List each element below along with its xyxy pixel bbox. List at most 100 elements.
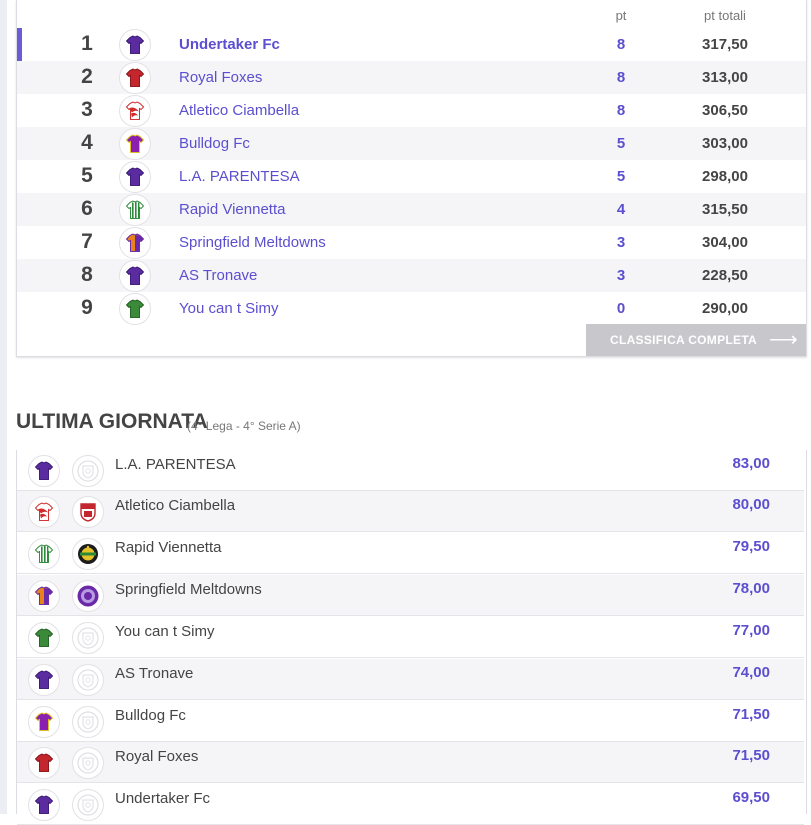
- purple-jersey-icon: [28, 664, 60, 696]
- team-name: Bulldog Fc: [115, 707, 186, 724]
- result-row[interactable]: Rapid Viennetta 79,50: [17, 533, 804, 574]
- result-row[interactable]: L.A. PARENTESA 83,00: [17, 450, 804, 491]
- rank: 8: [81, 263, 93, 286]
- placeholder-crest-icon: [72, 789, 104, 821]
- standings-row[interactable]: 7 Springfield Meltdowns 3 304,00: [17, 226, 806, 259]
- purple-jersey-icon: [119, 161, 151, 193]
- red-jersey-icon: [119, 62, 151, 94]
- result-row[interactable]: Springfield Meltdowns 78,00: [17, 575, 804, 616]
- total-points: 306,50: [702, 102, 748, 119]
- result-row[interactable]: Atletico Ciambella 80,00: [17, 491, 804, 532]
- rank: 2: [81, 65, 93, 88]
- team-link[interactable]: AS Tronave: [179, 267, 257, 284]
- total-points: 315,50: [702, 201, 748, 218]
- purple-jersey-icon: [119, 260, 151, 292]
- team-link[interactable]: Springfield Meltdowns: [179, 234, 326, 251]
- rank: 6: [81, 197, 93, 220]
- rank: 7: [81, 230, 93, 253]
- result-row[interactable]: Undertaker Fc 69,50: [17, 784, 804, 825]
- rank: 3: [81, 98, 93, 121]
- purple-jersey-icon: [28, 455, 60, 487]
- orange-purple-jersey-icon: [119, 227, 151, 259]
- standings-header: pt pt totali: [17, 0, 806, 28]
- total-points: 313,00: [702, 69, 748, 86]
- total-points: 317,50: [702, 36, 748, 53]
- team-link[interactable]: Bulldog Fc: [179, 135, 250, 152]
- standings-row[interactable]: 3 Atletico Ciambella 8 306,50: [17, 94, 806, 127]
- score: 74,00: [732, 664, 770, 681]
- club-crest-icon: [72, 580, 104, 612]
- standings-row[interactable]: 1 Undertaker Fc 8 317,50: [17, 28, 806, 61]
- team-link[interactable]: Royal Foxes: [179, 69, 262, 86]
- placeholder-crest-icon: [72, 622, 104, 654]
- standings-row[interactable]: 9 You can t Simy 0 290,00: [17, 292, 806, 325]
- team-link[interactable]: You can t Simy: [179, 300, 279, 317]
- rank: 5: [81, 164, 93, 187]
- team-link[interactable]: L.A. PARENTESA: [179, 168, 300, 185]
- team-name: Undertaker Fc: [115, 790, 211, 807]
- result-row[interactable]: AS Tronave 74,00: [17, 659, 804, 700]
- club-crest-icon: [72, 538, 104, 570]
- score: 83,00: [732, 455, 770, 472]
- purple-jersey-icon: [28, 789, 60, 821]
- points: 8: [616, 36, 626, 53]
- full-standings-label: CLASSIFICA COMPLETA: [610, 333, 758, 347]
- standings-row[interactable]: 4 Bulldog Fc 5 303,00: [17, 127, 806, 160]
- red-white-jersey-icon: [28, 496, 60, 528]
- team-name: L.A. PARENTESA: [115, 456, 236, 473]
- standings-row[interactable]: 2 Royal Foxes 8 313,00: [17, 61, 806, 94]
- team-name: Royal Foxes: [115, 748, 199, 765]
- rank: 1: [81, 32, 93, 55]
- result-row[interactable]: Bulldog Fc 71,50: [17, 701, 804, 742]
- full-standings-button[interactable]: CLASSIFICA COMPLETA ⟶: [586, 324, 806, 356]
- points: 3: [616, 267, 626, 284]
- placeholder-crest-icon: [72, 455, 104, 487]
- team-link[interactable]: Rapid Viennetta: [179, 201, 285, 218]
- score: 78,00: [732, 580, 770, 597]
- purple-jersey-icon: [119, 128, 151, 160]
- standings-row[interactable]: 5 L.A. PARENTESA 5 298,00: [17, 160, 806, 193]
- red-white-jersey-icon: [119, 95, 151, 127]
- total-points: 304,00: [702, 234, 748, 251]
- red-jersey-icon: [28, 747, 60, 779]
- header-pt: pt: [615, 8, 627, 23]
- score: 69,50: [732, 789, 770, 806]
- purple-jersey-icon: [119, 29, 151, 61]
- left-rail: [0, 0, 7, 814]
- points: 8: [616, 69, 626, 86]
- points: 0: [616, 300, 626, 317]
- team-name: Springfield Meltdowns: [115, 581, 262, 598]
- green-striped-jersey-icon: [28, 538, 60, 570]
- orange-purple-jersey-icon: [28, 580, 60, 612]
- score: 77,00: [732, 622, 770, 639]
- team-name: AS Tronave: [115, 665, 194, 682]
- team-link[interactable]: Undertaker Fc: [179, 36, 280, 53]
- total-points: 290,00: [702, 300, 748, 317]
- result-row[interactable]: Royal Foxes 71,50: [17, 742, 804, 783]
- header-total: pt totali: [704, 8, 746, 23]
- team-name: Rapid Viennetta: [115, 539, 222, 556]
- green-striped-jersey-icon: [119, 194, 151, 226]
- placeholder-crest-icon: [72, 664, 104, 696]
- score: 71,50: [732, 706, 770, 723]
- score: 71,50: [732, 747, 770, 764]
- total-points: 303,00: [702, 135, 748, 152]
- rank: 4: [81, 131, 93, 154]
- total-points: 228,50: [702, 267, 748, 284]
- standings-row[interactable]: 8 AS Tronave 3 228,50: [17, 259, 806, 292]
- points: 3: [616, 234, 626, 251]
- points: 5: [616, 168, 626, 185]
- score: 80,00: [732, 496, 770, 513]
- purple-jersey-icon: [28, 706, 60, 738]
- placeholder-crest-icon: [72, 706, 104, 738]
- club-crest-icon: [72, 496, 104, 528]
- arrow-right-icon: ⟶: [769, 329, 799, 351]
- section-title: ULTIMA GIORNATA: [16, 410, 208, 433]
- rank: 9: [81, 296, 93, 319]
- matchday-results: L.A. PARENTESA 83,00 Atletico Ciambella …: [16, 450, 807, 825]
- score: 79,50: [732, 538, 770, 555]
- standings-card: pt pt totali 1 Undertaker Fc 8 317,50 2 …: [16, 0, 807, 357]
- team-link[interactable]: Atletico Ciambella: [179, 102, 299, 119]
- result-row[interactable]: You can t Simy 77,00: [17, 617, 804, 658]
- standings-row[interactable]: 6 Rapid Viennetta 4 315,50: [17, 193, 806, 226]
